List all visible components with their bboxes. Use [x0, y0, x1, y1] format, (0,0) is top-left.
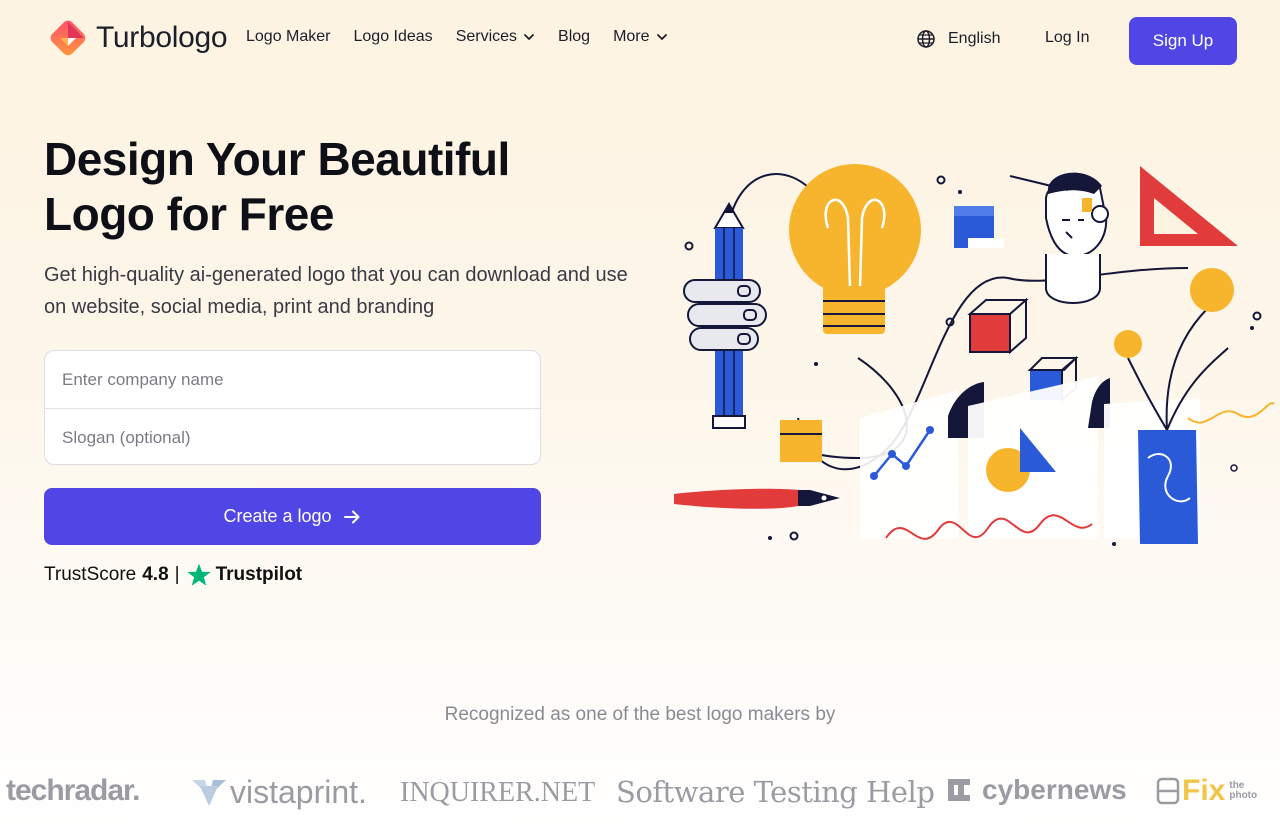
- nav-blog[interactable]: Blog: [558, 28, 590, 46]
- cube-icon: [967, 297, 1029, 355]
- language-label: English: [948, 30, 1001, 47]
- cybernews-word: cybernews: [982, 774, 1127, 805]
- vistaprint-word: vistaprint.: [230, 774, 367, 810]
- hero-illustration: [674, 164, 1275, 546]
- dot: [1230, 464, 1238, 472]
- trustscore-label: TrustScore: [44, 564, 137, 585]
- cybernews-mark-icon: [948, 779, 970, 801]
- title-line-1: Design Your Beautiful: [44, 133, 510, 185]
- logo-form: [44, 350, 541, 465]
- press-logo-softwaretestinghelp: Software Testing Help: [616, 775, 935, 809]
- hero-subtitle: Get high-quality ai-generated logo that …: [44, 264, 628, 318]
- trustscore-value: 4.8: [142, 564, 169, 585]
- trustpilot-star-icon: [186, 563, 211, 586]
- dot: [684, 241, 694, 251]
- blue-block-icon: [954, 206, 1004, 248]
- trust-separator: |: [174, 564, 180, 585]
- arrow-right-icon: [343, 510, 360, 523]
- brand-logo[interactable]: Turbologo: [46, 16, 228, 60]
- nav-label: Logo Ideas: [353, 28, 433, 45]
- lightbulb-icon: [789, 164, 921, 334]
- dot: [1112, 542, 1116, 546]
- press-logo-inquirer: INQUIRER.NET: [400, 777, 596, 808]
- brand-name: Turbologo: [96, 21, 228, 54]
- press-logo-vistaprint: vistaprint.: [192, 774, 367, 811]
- nav-label: Services: [455, 28, 518, 45]
- recognized-heading: Recognized as one of the best logo maker…: [444, 704, 836, 725]
- trustpilot-name: Trustpilot: [215, 564, 303, 585]
- press-logo-fixthephoto: Fix the photo: [1156, 774, 1257, 808]
- trustscore[interactable]: TrustScore 4.8 | Trustpilot: [44, 562, 302, 588]
- create-logo-label: Create a logo: [223, 506, 332, 526]
- fixthephoto-mark-icon: [1156, 777, 1180, 805]
- main-nav: Logo Maker Logo Ideas Services Blog More: [246, 28, 668, 46]
- nav-services[interactable]: Services: [456, 28, 535, 46]
- dot: [768, 536, 772, 540]
- globe-icon: [917, 30, 935, 48]
- nav-logo-maker[interactable]: Logo Maker: [246, 28, 331, 46]
- nav-label: Logo Maker: [246, 28, 331, 45]
- nav-label: More: [613, 28, 650, 45]
- dot: [789, 531, 799, 541]
- fix-small-words: the photo: [1229, 781, 1257, 801]
- fix-small-photo: photo: [1229, 790, 1258, 801]
- nav-more[interactable]: More: [613, 28, 667, 46]
- site-header: Turbologo Logo Maker Logo Ideas Services…: [0, 0, 1280, 80]
- press-logo-techradar: techradar.: [6, 774, 140, 807]
- character-icon: [1009, 172, 1109, 304]
- press-logo-cybernews: cybernews: [946, 774, 1127, 806]
- slogan-input[interactable]: [45, 409, 540, 464]
- language-selector[interactable]: English: [916, 29, 1000, 49]
- fountain-pen-icon: [674, 488, 840, 509]
- turbologo-mark-icon: [50, 20, 86, 56]
- squiggle-line: [1187, 402, 1275, 424]
- dot: [958, 190, 962, 194]
- chevron-down-icon: [656, 34, 667, 40]
- fix-word: Fix: [1182, 774, 1226, 807]
- login-link[interactable]: Log In: [1045, 29, 1089, 47]
- title-line-2: Logo for Free: [44, 188, 334, 240]
- chevron-down-icon: [524, 34, 534, 40]
- dot: [814, 362, 818, 366]
- hand-icon: [683, 279, 767, 351]
- create-logo-button[interactable]: Create a logo: [44, 488, 541, 545]
- dot: [936, 175, 946, 185]
- vistaprint-mark-icon: [192, 779, 226, 806]
- dot: [1252, 311, 1262, 321]
- nav-logo-ideas[interactable]: Logo Ideas: [354, 28, 433, 46]
- yellow-block-icon: [780, 420, 822, 462]
- company-name-input[interactable]: [45, 351, 540, 408]
- page-title: Design Your Beautiful Logo for Free: [44, 132, 604, 242]
- signup-button[interactable]: Sign Up: [1129, 17, 1237, 65]
- press-logos: techradar. vistaprint. INQUIRER.NET Soft…: [0, 768, 1280, 818]
- nav-label: Blog: [558, 28, 591, 45]
- set-square-icon: [1140, 166, 1238, 246]
- dot: [1250, 326, 1254, 330]
